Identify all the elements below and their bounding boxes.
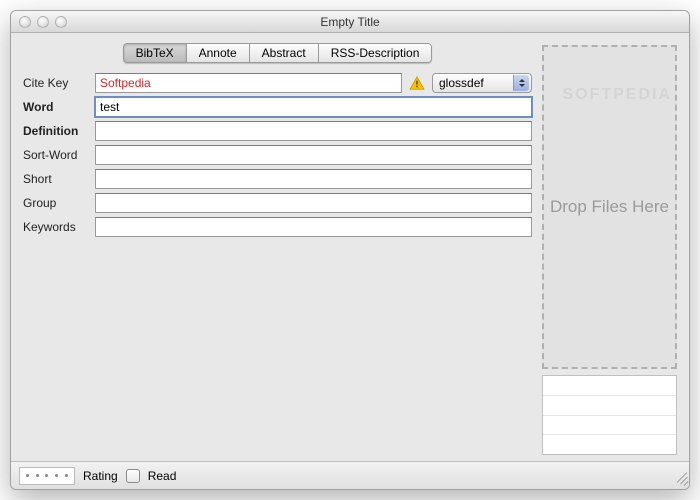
field-label: Sort-Word (23, 148, 89, 162)
bottom-bar: Rating Read (11, 461, 689, 489)
field-row-sort-word: Sort-Word (23, 145, 532, 165)
tab-rss-description[interactable]: RSS-Description (318, 43, 433, 63)
field-row-word: Word (23, 97, 532, 117)
list-item[interactable] (543, 376, 676, 396)
minimize-icon[interactable] (37, 16, 49, 28)
definition-input[interactable] (95, 121, 532, 141)
file-drop-zone[interactable]: Drop Files Here (542, 45, 677, 369)
field-row-group: Group (23, 193, 532, 213)
keywords-input[interactable] (95, 217, 532, 237)
cite-key-row: Cite Key glossdef (23, 73, 532, 93)
app-window: Empty Title BibTeX Annote Abstract RSS-D… (10, 10, 690, 490)
warning-icon (408, 75, 426, 91)
content-area: BibTeX Annote Abstract RSS-Description C… (11, 33, 689, 489)
list-item[interactable] (543, 396, 676, 416)
short-input[interactable] (95, 169, 532, 189)
type-select-value: glossdef (439, 76, 484, 90)
rating-label: Rating (83, 469, 118, 483)
field-row-keywords: Keywords (23, 217, 532, 237)
field-label: Short (23, 172, 89, 186)
tab-abstract[interactable]: Abstract (249, 43, 318, 63)
drop-zone-label: Drop Files Here (550, 196, 669, 218)
resize-handle-icon[interactable] (675, 475, 687, 487)
field-label: Keywords (23, 220, 89, 234)
cite-key-label: Cite Key (23, 76, 89, 90)
tab-bar: BibTeX Annote Abstract RSS-Description (23, 43, 532, 63)
list-item[interactable] (543, 416, 676, 436)
read-checkbox[interactable] (126, 469, 140, 483)
rating-control[interactable] (19, 467, 75, 485)
read-label: Read (148, 469, 177, 483)
sort-word-input[interactable] (95, 145, 532, 165)
field-label: Definition (23, 124, 89, 138)
stepper-arrows-icon (513, 75, 529, 91)
tab-annote[interactable]: Annote (186, 43, 249, 63)
field-row-definition: Definition (23, 121, 532, 141)
window-title: Empty Title (11, 15, 689, 29)
cite-key-input[interactable] (95, 73, 402, 93)
window-controls (19, 16, 67, 28)
word-input[interactable] (95, 97, 532, 117)
field-label: Group (23, 196, 89, 210)
zoom-icon[interactable] (55, 16, 67, 28)
group-input[interactable] (95, 193, 532, 213)
tab-bibtex[interactable]: BibTeX (123, 43, 186, 63)
titlebar: Empty Title (11, 11, 689, 33)
close-icon[interactable] (19, 16, 31, 28)
type-select[interactable]: glossdef (432, 73, 532, 93)
list-item[interactable] (543, 435, 676, 454)
field-label: Word (23, 100, 89, 114)
field-row-short: Short (23, 169, 532, 189)
sidebar-list[interactable] (542, 375, 677, 455)
